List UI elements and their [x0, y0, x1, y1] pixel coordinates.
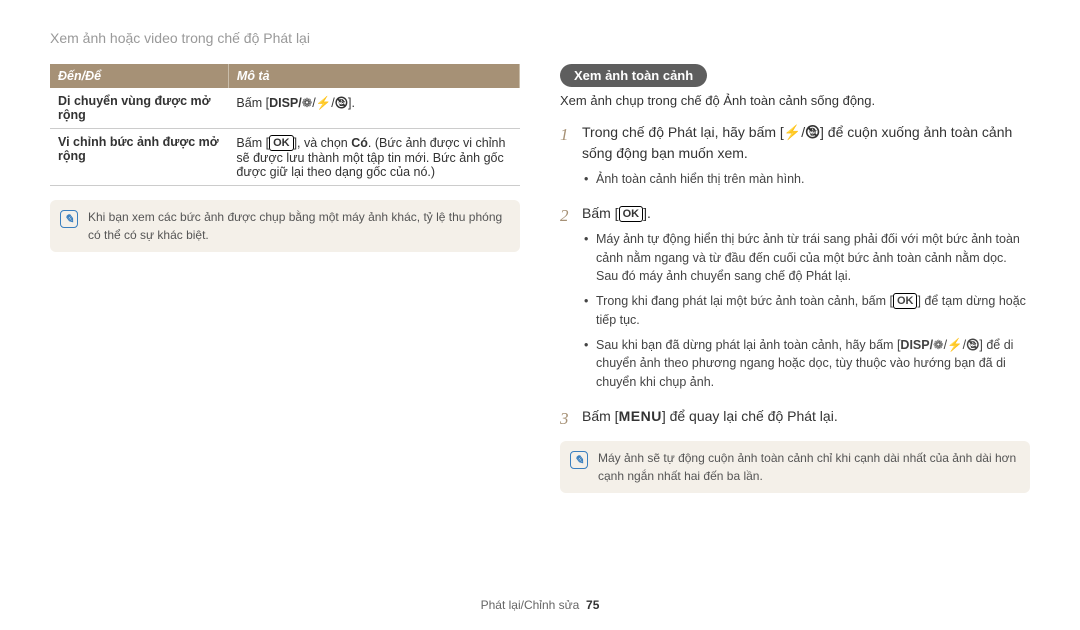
right-column: Xem ảnh toàn cảnh Xem ảnh chụp trong chế… [560, 64, 1030, 493]
step2-sub3: Sau khi bạn đã dừng phát lại ảnh toàn cả… [582, 336, 1030, 392]
note-box: ✎ Khi bạn xem các bức ảnh được chụp bằng… [50, 200, 520, 252]
timer-icon: 🕲 [966, 336, 979, 355]
row2-desc: Bấm [OK], và chọn Có. (Bức ảnh được vi c… [228, 129, 519, 186]
ok-icon: OK [893, 293, 918, 309]
table-row: Di chuyển vùng được mở rộng Bấm [DISP/❁/… [50, 88, 520, 129]
note-icon: ✎ [570, 451, 588, 469]
step-1: Trong chế độ Phát lại, hãy bấm [⚡/🕲] để … [560, 122, 1030, 189]
ok-icon: OK [269, 135, 294, 151]
menu-label: MENU [619, 408, 662, 424]
row1-desc: Bấm [DISP/❁/⚡/🕲]. [228, 88, 519, 129]
flash-icon: ⚡ [947, 336, 963, 355]
description-table: Đến/Để Mô tả Di chuyển vùng được mở rộng… [50, 64, 520, 186]
flower-icon: ❁ [933, 336, 943, 355]
step2-sub1: Máy ảnh tự động hiển thị bức ảnh từ trái… [582, 230, 1030, 286]
step1-sub1: Ảnh toàn cảnh hiển thị trên màn hình. [582, 170, 1030, 189]
flower-icon: ❁ [302, 95, 312, 110]
section-title-pill: Xem ảnh toàn cảnh [560, 64, 707, 87]
step-3: Bấm [MENU] để quay lại chế độ Phát lại. [560, 406, 1030, 427]
ok-icon: OK [619, 206, 644, 222]
timer-icon: 🕲 [805, 122, 820, 143]
note-icon: ✎ [60, 210, 78, 228]
row2-head: Vi chỉnh bức ảnh được mở rộng [50, 129, 228, 186]
left-column: Đến/Để Mô tả Di chuyển vùng được mở rộng… [50, 64, 520, 493]
section-intro: Xem ảnh chụp trong chế độ Ảnh toàn cảnh … [560, 93, 1030, 108]
note-text: Khi bạn xem các bức ảnh được chụp bằng m… [88, 208, 510, 244]
step-2: Bấm [OK]. Máy ảnh tự động hiển thị bức ả… [560, 203, 1030, 392]
breadcrumb: Xem ảnh hoặc video trong chế độ Phát lại [50, 30, 1030, 46]
table-head-to: Đến/Để [50, 64, 228, 88]
table-row: Vi chỉnh bức ảnh được mở rộng Bấm [OK], … [50, 129, 520, 186]
note-text: Máy ảnh sẽ tự động cuộn ảnh toàn cảnh ch… [598, 449, 1020, 485]
row1-head: Di chuyển vùng được mở rộng [50, 88, 228, 129]
flash-icon: ⚡ [316, 96, 332, 111]
step2-sub2: Trong khi đang phát lại một bức ảnh toàn… [582, 292, 1030, 330]
flash-icon: ⚡ [784, 122, 801, 143]
steps-list: Trong chế độ Phát lại, hãy bấm [⚡/🕲] để … [560, 122, 1030, 427]
table-head-desc: Mô tả [228, 64, 519, 88]
timer-icon: 🕲 [335, 94, 348, 115]
page-footer: Phát lại/Chỉnh sửa 75 [0, 598, 1080, 612]
note-box: ✎ Máy ảnh sẽ tự động cuộn ảnh toàn cảnh … [560, 441, 1030, 493]
